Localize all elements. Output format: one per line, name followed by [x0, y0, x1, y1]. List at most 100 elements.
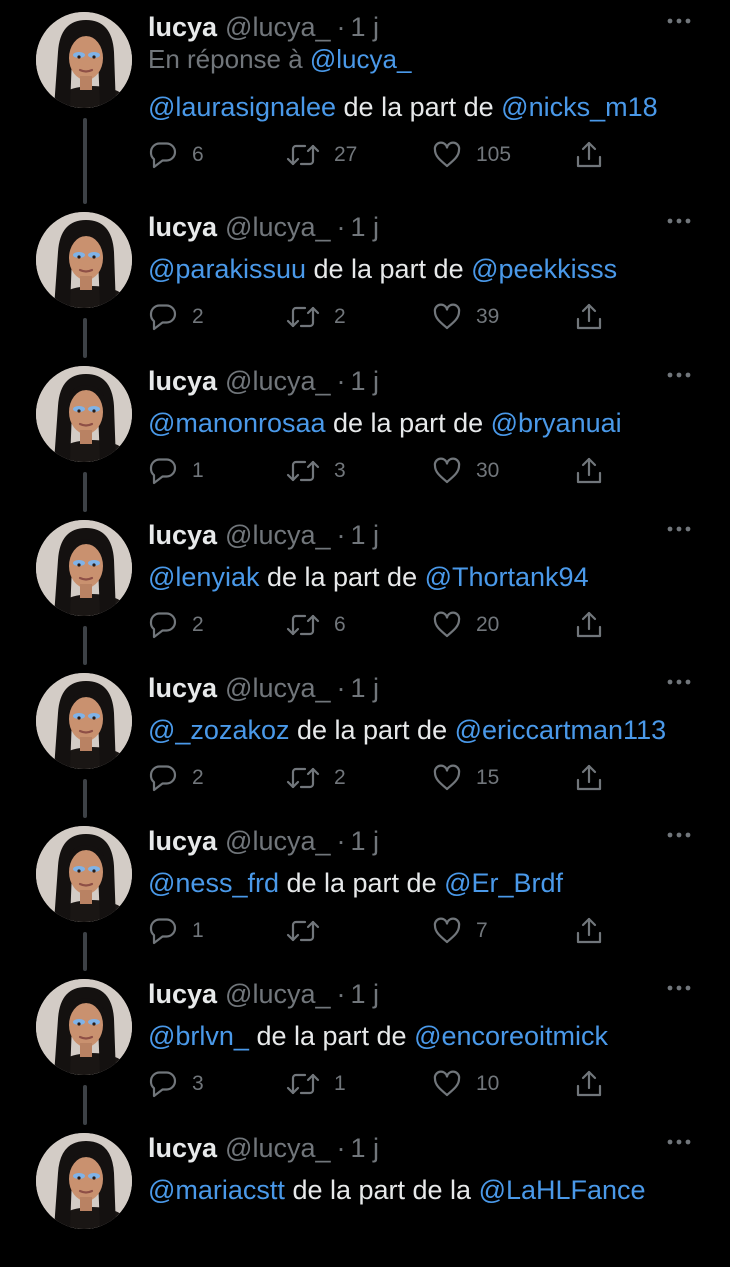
via-mention-link[interactable]: @bryanuai — [491, 408, 622, 438]
reply-button[interactable]: 6 — [148, 139, 204, 171]
like-button[interactable]: 7 — [432, 915, 488, 947]
tweet[interactable]: lucya @lucya_ · 1 j En réponse à @lucya_ @lau… — [0, 0, 730, 190]
author-name[interactable]: lucya — [148, 673, 217, 703]
author-handle[interactable]: @lucya_ — [225, 826, 330, 856]
mention-link[interactable]: @parakissuu — [148, 254, 306, 284]
via-mention-link[interactable]: @ericcartman113 — [455, 715, 667, 745]
via-mention-link[interactable]: @Thortank94 — [425, 562, 589, 592]
tweet-text: @laurasignalee de la part de @nicks_m18 — [148, 92, 658, 123]
reply-button[interactable]: 3 — [148, 1068, 204, 1100]
like-button[interactable]: 15 — [432, 762, 499, 794]
share-button[interactable] — [574, 915, 604, 947]
reply-button[interactable]: 2 — [148, 609, 204, 641]
timestamp[interactable]: 1 j — [351, 826, 380, 856]
more-options-icon[interactable] — [664, 368, 694, 382]
via-mention-link[interactable]: @encoreoitmick — [414, 1021, 608, 1051]
retweet-button[interactable]: 2 — [286, 301, 346, 333]
reply-button[interactable]: 2 — [148, 762, 204, 794]
timestamp[interactable]: 1 j — [351, 673, 380, 703]
retweet-button[interactable]: 6 — [286, 609, 346, 641]
avatar[interactable] — [36, 979, 132, 1075]
author-handle[interactable]: @lucya_ — [225, 520, 330, 550]
mention-link[interactable]: @brlvn_ — [148, 1021, 249, 1051]
via-mention-link[interactable]: @LaHLFance — [479, 1175, 646, 1205]
author-handle[interactable]: @lucya_ — [225, 12, 330, 42]
mention-link[interactable]: @mariacstt — [148, 1175, 285, 1205]
author-handle[interactable]: @lucya_ — [225, 1133, 330, 1163]
mention-link[interactable]: @manonrosaa — [148, 408, 326, 438]
like-button[interactable]: 39 — [432, 301, 499, 333]
timestamp[interactable]: 1 j — [351, 1133, 380, 1163]
like-button[interactable]: 10 — [432, 1068, 499, 1100]
author-name[interactable]: lucya — [148, 1133, 217, 1163]
separator-dot: · — [336, 826, 346, 856]
share-button[interactable] — [574, 139, 604, 171]
author-name[interactable]: lucya — [148, 212, 217, 242]
author-name[interactable]: lucya — [148, 979, 217, 1009]
share-button[interactable] — [574, 1068, 604, 1100]
more-options-icon[interactable] — [664, 214, 694, 228]
share-button[interactable] — [574, 609, 604, 641]
avatar[interactable] — [36, 212, 132, 308]
share-button[interactable] — [574, 762, 604, 794]
reply-button[interactable]: 1 — [148, 455, 204, 487]
tweet[interactable]: lucya @lucya_ · 1 j @mariacstt de la part de… — [0, 1121, 730, 1267]
share-button[interactable] — [574, 301, 604, 333]
tweet[interactable]: lucya @lucya_ · 1 j @_zozakoz de la part de … — [0, 661, 730, 807]
via-mention-link[interactable]: @Er_Brdf — [444, 868, 563, 898]
more-options-icon[interactable] — [664, 522, 694, 536]
reply-button[interactable]: 1 — [148, 915, 204, 947]
mention-link[interactable]: @ness_frd — [148, 868, 279, 898]
more-options-icon[interactable] — [664, 981, 694, 995]
more-options-icon[interactable] — [664, 675, 694, 689]
retweet-button[interactable] — [286, 915, 334, 947]
mention-link[interactable]: @_zozakoz — [148, 715, 289, 745]
author-name[interactable]: lucya — [148, 366, 217, 396]
more-options-icon[interactable] — [664, 14, 694, 28]
avatar[interactable] — [36, 826, 132, 922]
mention-link[interactable]: @lenyiak — [148, 562, 259, 592]
tweet-header: lucya @lucya_ · 1 j — [148, 520, 379, 550]
share-button[interactable] — [574, 455, 604, 487]
retweet-button[interactable]: 3 — [286, 455, 346, 487]
body-text: de la part de — [336, 92, 502, 122]
author-name[interactable]: lucya — [148, 12, 217, 42]
timestamp[interactable]: 1 j — [351, 979, 380, 1009]
like-button[interactable]: 30 — [432, 455, 499, 487]
mention-link[interactable]: @laurasignalee — [148, 92, 336, 122]
retweet-button[interactable]: 27 — [286, 139, 357, 171]
more-options-icon[interactable] — [664, 1135, 694, 1149]
tweet[interactable]: lucya @lucya_ · 1 j @parakissuu de la part d… — [0, 200, 730, 346]
like-button[interactable]: 105 — [432, 139, 511, 171]
like-button[interactable]: 20 — [432, 609, 499, 641]
tweet[interactable]: lucya @lucya_ · 1 j @brlvn_ de la part de @e… — [0, 967, 730, 1113]
avatar[interactable] — [36, 12, 132, 108]
avatar[interactable] — [36, 1133, 132, 1229]
tweet[interactable]: lucya @lucya_ · 1 j @manonrosaa de la part d… — [0, 354, 730, 500]
retweet-button[interactable]: 1 — [286, 1068, 346, 1100]
author-handle[interactable]: @lucya_ — [225, 979, 330, 1009]
reply-mention[interactable]: @lucya_ — [310, 44, 412, 74]
reply-icon — [148, 610, 178, 640]
via-mention-link[interactable]: @peekkisss — [471, 254, 617, 284]
author-handle[interactable]: @lucya_ — [225, 673, 330, 703]
reply-button[interactable]: 2 — [148, 301, 204, 333]
timestamp[interactable]: 1 j — [351, 520, 380, 550]
author-name[interactable]: lucya — [148, 520, 217, 550]
avatar[interactable] — [36, 520, 132, 616]
author-handle[interactable]: @lucya_ — [225, 212, 330, 242]
author-name[interactable]: lucya — [148, 826, 217, 856]
retweet-icon — [286, 763, 320, 793]
more-options-icon[interactable] — [664, 828, 694, 842]
avatar[interactable] — [36, 673, 132, 769]
tweet[interactable]: lucya @lucya_ · 1 j @ness_frd de la part de … — [0, 814, 730, 960]
tweet[interactable]: lucya @lucya_ · 1 j @lenyiak de la part de @… — [0, 508, 730, 654]
author-handle[interactable]: @lucya_ — [225, 366, 330, 396]
avatar[interactable] — [36, 366, 132, 462]
timestamp[interactable]: 1 j — [351, 366, 380, 396]
timestamp[interactable]: 1 j — [351, 212, 380, 242]
via-mention-link[interactable]: @nicks_m18 — [501, 92, 657, 122]
retweet-button[interactable]: 2 — [286, 762, 346, 794]
timestamp[interactable]: 1 j — [351, 12, 380, 42]
tweet-text: @parakissuu de la part de @peekkisss — [148, 254, 617, 285]
